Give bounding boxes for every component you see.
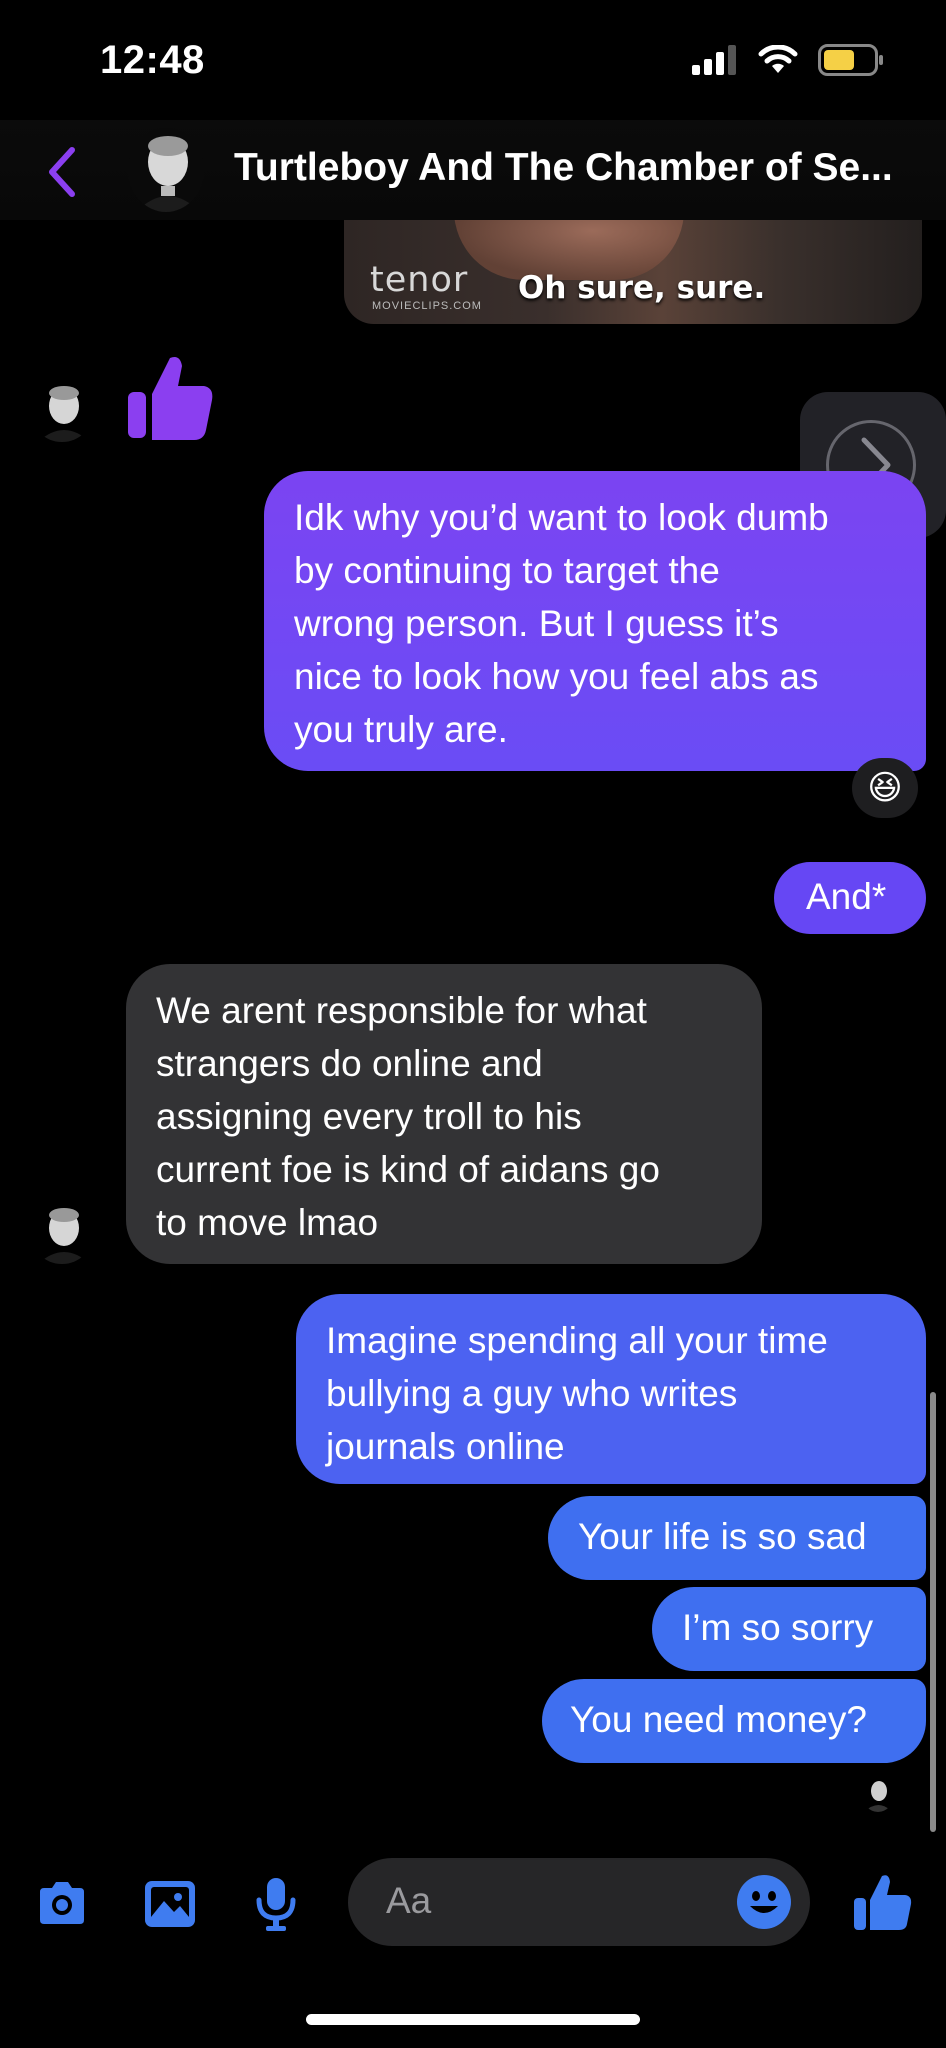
message-text: You need money? [570,1699,867,1740]
gif-caption: Oh sure, sure. [518,270,766,306]
message-text: And* [806,876,887,917]
scrollbar[interactable] [930,1392,936,1832]
message-composer: Aa [0,1852,946,1952]
message-line: journals online [326,1426,565,1467]
message-text: Your life is so sad [578,1516,867,1557]
sent-message-bubble[interactable]: Idk why you’d want to look dumb by conti… [264,471,926,771]
thumbs-up-send-icon[interactable] [852,1870,912,1934]
status-time: 12:48 [100,38,205,82]
group-avatar[interactable] [128,128,204,212]
back-chevron-icon[interactable] [40,142,84,202]
wifi-icon [758,45,798,73]
conversation-header: Turtleboy And The Chamber of Se... [0,120,946,220]
status-icons [692,44,884,76]
cellular-signal-icon [692,45,736,75]
thumbs-up-icon [128,357,213,440]
message-line: by continuing to target the [294,550,720,591]
sender-avatar[interactable] [30,378,94,442]
message-reaction-badge[interactable]: 😆 [852,758,918,818]
message-text: I’m so sorry [682,1607,874,1648]
sent-message-bubble[interactable]: You need money? [542,1679,926,1763]
message-line: We arent responsible for what [156,990,647,1031]
read-receipt-avatar [862,1776,894,1812]
home-indicator[interactable] [306,2014,640,2025]
message-line: assigning every troll to his [156,1096,582,1137]
emoji-icon[interactable] [736,1874,792,1930]
microphone-icon[interactable] [246,1874,306,1934]
status-bar: 12:48 [0,0,946,120]
message-line: wrong person. But I guess it’s [294,603,779,644]
gif-source-label: MOVIECLIPS.COM [372,300,482,312]
sent-message-bubble[interactable]: And* [774,862,926,934]
message-line: Idk why you’d want to look dumb [294,497,829,538]
image-gallery-icon[interactable] [140,1874,200,1934]
message-line: nice to look how you feel abs as [294,656,819,697]
sent-message-bubble[interactable]: Your life is so sad [548,1496,926,1580]
message-input[interactable]: Aa [348,1858,810,1946]
battery-icon [818,44,883,76]
tenor-logo: tenor [370,260,469,300]
conversation-title[interactable]: Turtleboy And The Chamber of Se... [234,146,934,190]
camera-icon[interactable] [32,1874,92,1934]
message-line: you truly are. [294,709,508,750]
message-line: bullying a guy who writes [326,1373,738,1414]
message-line: to move lmao [156,1202,379,1243]
gif-message[interactable]: tenor MOVIECLIPS.COM Oh sure, sure. [344,220,922,324]
sender-avatar[interactable] [30,1200,94,1264]
message-line: strangers do online and [156,1043,543,1084]
message-line: current foe is kind of aidans go [156,1149,660,1190]
sent-message-bubble[interactable]: Imagine spending all your time bullying … [296,1294,926,1484]
message-line: Imagine spending all your time [326,1320,828,1361]
input-placeholder: Aa [386,1880,432,1921]
sent-message-bubble[interactable]: I’m so sorry [652,1587,926,1671]
received-message-bubble[interactable]: We arent responsible for what strangers … [126,964,762,1264]
